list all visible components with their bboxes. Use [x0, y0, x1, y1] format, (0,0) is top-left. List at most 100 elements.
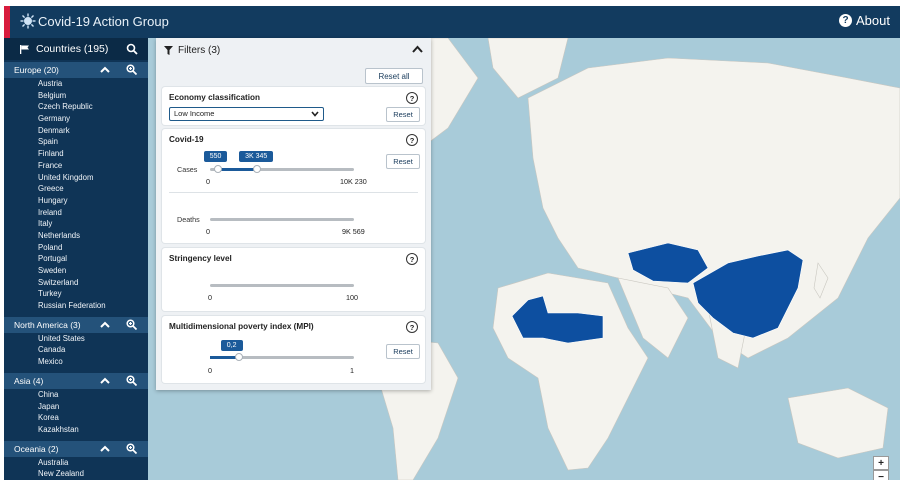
- cases-max-label: 10K 230: [340, 177, 367, 186]
- cases-high-bubble: 3K 345: [239, 151, 274, 162]
- country-item[interactable]: New Zealand: [4, 468, 148, 480]
- search-icon[interactable]: [126, 43, 138, 55]
- top-bar: Covid-19 Action Group ? About: [4, 6, 900, 38]
- about-button[interactable]: ? About: [839, 13, 890, 28]
- stringency-slider-track[interactable]: [210, 284, 354, 287]
- countries-header: Countries (195): [4, 38, 148, 60]
- mpi-handle[interactable]: [234, 353, 243, 361]
- economy-reset-button[interactable]: Reset: [386, 107, 420, 122]
- country-item[interactable]: Australia: [4, 457, 148, 469]
- chevron-up-icon[interactable]: [100, 320, 110, 330]
- country-group: Oceania (2) Australia New Zealand: [4, 440, 148, 480]
- virus-logo-icon: [20, 13, 36, 29]
- economy-help-icon[interactable]: ?: [406, 92, 418, 104]
- country-item[interactable]: Portugal: [4, 253, 148, 265]
- country-item[interactable]: Canada: [4, 344, 148, 356]
- group-label: Oceania (2): [14, 443, 59, 454]
- country-item[interactable]: United Kingdom: [4, 172, 148, 184]
- app-title: Covid-19 Action Group: [38, 14, 169, 29]
- country-group: Europe (20) Austria Belgium Czech Republic G…: [4, 62, 148, 315]
- covid-reset-button[interactable]: Reset: [386, 154, 420, 169]
- zoom-to-icon[interactable]: [126, 319, 137, 330]
- group-header[interactable]: Asia (4): [4, 372, 148, 389]
- country-item[interactable]: Germany: [4, 113, 148, 125]
- chevron-up-icon[interactable]: [412, 44, 423, 54]
- cases-low-bubble: 550: [203, 151, 228, 162]
- country-item[interactable]: Mexico: [4, 356, 148, 368]
- mpi-title: Multidimensional poverty index (MPI): [169, 322, 314, 331]
- stringency-min-label: 0: [208, 293, 212, 302]
- group-header[interactable]: Oceania (2): [4, 440, 148, 457]
- mpi-help-icon[interactable]: ?: [406, 321, 418, 333]
- deaths-slider-track[interactable]: [210, 218, 354, 221]
- country-item[interactable]: Sweden: [4, 265, 148, 277]
- country-item[interactable]: Turkey: [4, 288, 148, 300]
- chevron-down-icon: [311, 111, 319, 117]
- filters-header[interactable]: Filters (3): [156, 38, 431, 62]
- cases-slider-range: [217, 168, 258, 171]
- stringency-title: Stringency level: [169, 254, 232, 263]
- zoom-in-button[interactable]: +: [873, 456, 889, 470]
- group-header[interactable]: Europe (20): [4, 62, 148, 78]
- country-item[interactable]: Netherlands: [4, 230, 148, 242]
- chevron-up-icon[interactable]: [100, 65, 110, 75]
- economy-card: Economy classification ? Low Income Rese…: [162, 87, 425, 125]
- mpi-value-bubble: 0,2: [220, 340, 243, 351]
- filters-header-label: Filters (3): [178, 44, 221, 56]
- about-label: About: [856, 13, 890, 28]
- country-item[interactable]: Korea: [4, 412, 148, 424]
- country-item[interactable]: Czech Republic: [4, 101, 148, 113]
- stringency-help-icon[interactable]: ?: [406, 253, 418, 265]
- country-item[interactable]: Spain: [4, 136, 148, 148]
- country-item[interactable]: Denmark: [4, 125, 148, 137]
- mpi-min-label: 0: [208, 366, 212, 375]
- zoom-to-icon[interactable]: [126, 64, 137, 75]
- zoom-out-button[interactable]: −: [873, 470, 889, 480]
- zoom-to-icon[interactable]: [126, 375, 137, 386]
- economy-select[interactable]: Low Income: [169, 107, 324, 121]
- country-item[interactable]: Ireland: [4, 207, 148, 219]
- country-item[interactable]: Austria: [4, 78, 148, 90]
- mpi-max-label: 1: [350, 366, 354, 375]
- country-item[interactable]: Switzerland: [4, 277, 148, 289]
- deaths-label: Deaths: [177, 215, 200, 224]
- country-item[interactable]: China: [4, 389, 148, 401]
- chevron-up-icon[interactable]: [100, 444, 110, 454]
- country-item[interactable]: Japan: [4, 401, 148, 413]
- question-icon: ?: [839, 14, 853, 27]
- deaths-max-label: 9K 569: [342, 227, 365, 236]
- country-item[interactable]: Hungary: [4, 195, 148, 207]
- cases-high-handle[interactable]: [253, 165, 262, 173]
- flag-icon: [20, 44, 29, 54]
- country-item[interactable]: France: [4, 160, 148, 172]
- stringency-card: Stringency level ? 0 100: [162, 248, 425, 311]
- country-item[interactable]: Belgium: [4, 90, 148, 102]
- covid-help-icon[interactable]: ?: [406, 134, 418, 146]
- countries-sidebar: Countries (195) Europe (20) Austria Belgiu…: [4, 38, 148, 480]
- countries-header-label: Countries (195): [36, 43, 109, 55]
- country-group: Asia (4) China Japan Korea Kazakhstan: [4, 372, 148, 439]
- country-groups: Europe (20) Austria Belgium Czech Republic G…: [4, 62, 148, 480]
- country-item[interactable]: Finland: [4, 148, 148, 160]
- cases-low-handle[interactable]: [213, 165, 222, 173]
- zoom-to-icon[interactable]: [126, 443, 137, 454]
- cases-label: Cases: [177, 165, 198, 174]
- mpi-card: Multidimensional poverty index (MPI) ? R…: [162, 316, 425, 383]
- country-item[interactable]: United States: [4, 333, 148, 345]
- country-item[interactable]: Russian Federation: [4, 300, 148, 312]
- group-label: Asia (4): [14, 375, 44, 386]
- reset-all-button[interactable]: Reset all: [365, 68, 423, 84]
- group-header[interactable]: North America (3): [4, 316, 148, 333]
- group-label: Europe (20): [14, 65, 59, 75]
- mpi-reset-button[interactable]: Reset: [386, 344, 420, 359]
- chevron-up-icon[interactable]: [100, 376, 110, 386]
- filter-icon: [164, 45, 173, 55]
- country-item[interactable]: Italy: [4, 218, 148, 230]
- filters-panel: Filters (3) Reset all Economy classifica…: [156, 38, 431, 390]
- country-group: North America (3) United States Canada Mexi…: [4, 316, 148, 371]
- country-item[interactable]: Poland: [4, 242, 148, 254]
- cases-min-label: 0: [206, 177, 210, 186]
- country-item[interactable]: Kazakhstan: [4, 424, 148, 436]
- map-zoom-controls: + −: [873, 456, 889, 480]
- country-item[interactable]: Greece: [4, 183, 148, 195]
